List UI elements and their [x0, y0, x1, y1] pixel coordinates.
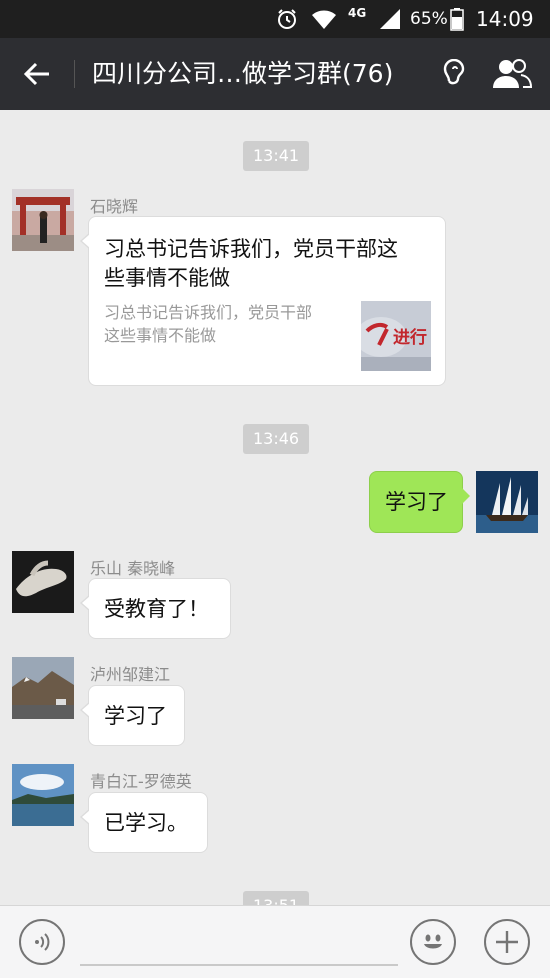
battery-percent: 65%	[410, 9, 448, 29]
back-arrow-icon	[23, 62, 49, 86]
back-button[interactable]	[14, 52, 60, 96]
voice-input-button[interactable]	[19, 919, 65, 965]
avatar[interactable]	[12, 189, 74, 251]
message-text: 受教育了！	[104, 597, 209, 621]
sender-name: 泸州邹建江	[90, 665, 171, 684]
message-text: 学习了	[385, 490, 448, 514]
avatar[interactable]	[12, 551, 74, 613]
earpiece-mode-button[interactable]	[436, 56, 472, 92]
outgoing-message[interactable]: 学习了	[369, 471, 470, 533]
my-avatar[interactable]	[476, 471, 538, 533]
status-bar: 4G 65% 14:09	[0, 0, 550, 38]
message-timestamp: 13:46	[243, 424, 310, 454]
sender-name: 青白江-罗德英	[90, 772, 192, 791]
clock: 14:09	[476, 7, 534, 31]
card-description-line: 习总书记告诉我们，党员干部	[104, 303, 313, 322]
emoji-button[interactable]	[410, 919, 456, 965]
card-title-line: 些事情不能做	[104, 266, 230, 290]
sender-name: 石晓辉	[90, 197, 139, 216]
incoming-message[interactable]: 受教育了！	[80, 578, 231, 639]
plus-icon	[496, 931, 518, 953]
earpiece-icon	[443, 59, 465, 85]
thumbnail-text: 进行	[393, 328, 427, 348]
input-bar	[0, 905, 550, 978]
message-text: 已学习。	[104, 811, 188, 835]
message-text: 学习了	[104, 704, 167, 728]
chat-header: 四川分公司…做学习群(76)	[0, 38, 550, 110]
battery-icon	[450, 0, 464, 38]
group-members-icon	[493, 59, 533, 88]
signal-icon	[378, 0, 402, 38]
incoming-message[interactable]: 学习了	[80, 685, 185, 746]
group-members-button[interactable]	[490, 54, 534, 94]
card-thumbnail: 进行	[361, 301, 431, 371]
card-description-line: 这些事情不能做	[104, 326, 217, 345]
voice-input-icon	[35, 933, 50, 951]
more-functions-button[interactable]	[484, 919, 530, 965]
message-timestamp: 13:41	[243, 141, 310, 171]
emoji-icon	[424, 934, 442, 949]
message-input[interactable]	[80, 964, 398, 966]
link-card-message[interactable]: 习总书记告诉我们，党员干部这 些事情不能做 习总书记告诉我们，党员干部 这些事情…	[80, 216, 446, 386]
chat-title: 四川分公司…做学习群(76)	[92, 59, 394, 88]
wifi-icon	[311, 0, 337, 38]
avatar[interactable]	[12, 657, 74, 719]
card-title-line: 习总书记告诉我们，党员干部这	[104, 237, 398, 261]
incoming-message[interactable]: 已学习。	[80, 792, 208, 853]
avatar[interactable]	[12, 764, 74, 826]
sender-name: 乐山 秦晓峰	[90, 559, 176, 578]
network-type: 4G	[348, 6, 367, 20]
alarm-icon	[275, 0, 299, 38]
title-divider	[74, 60, 75, 88]
